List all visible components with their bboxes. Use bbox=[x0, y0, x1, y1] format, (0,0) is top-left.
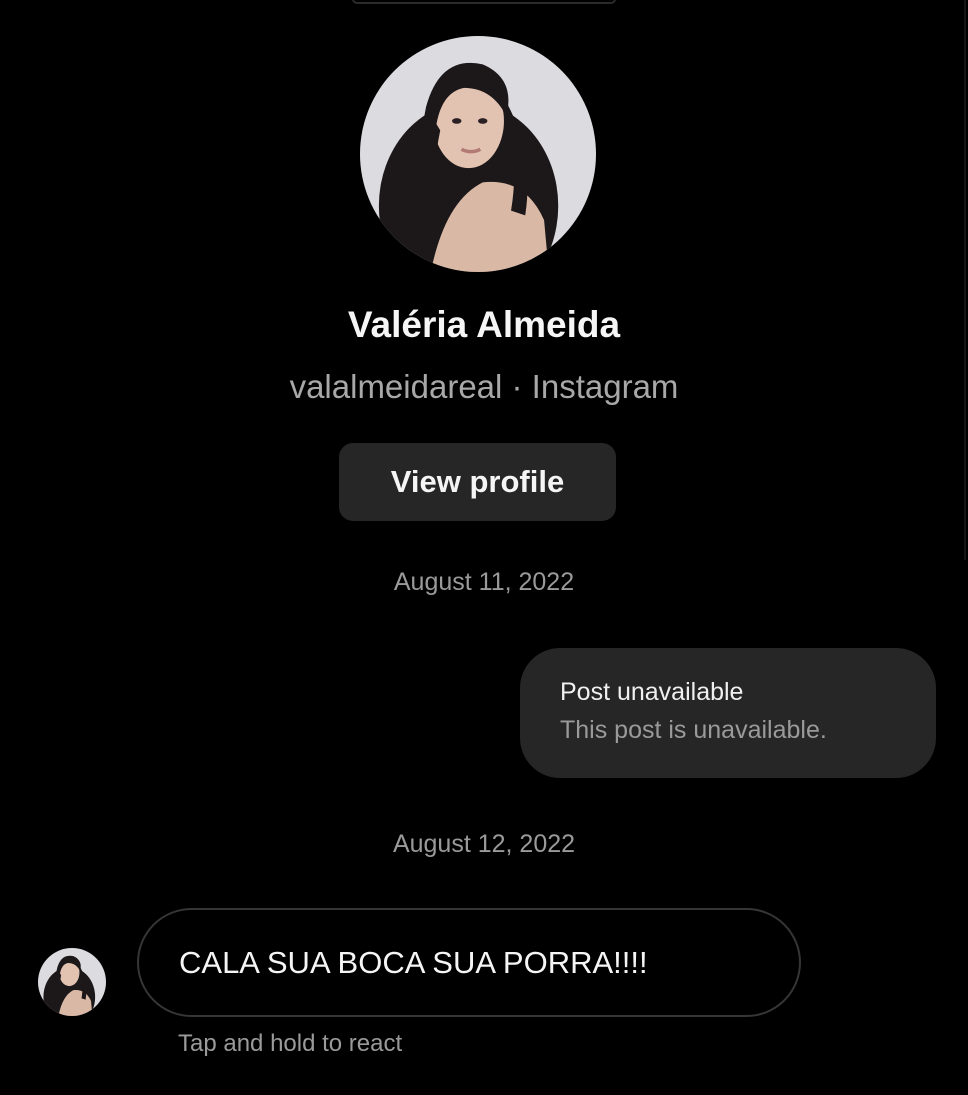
shared-post-message[interactable]: Post unavailable This post is unavailabl… bbox=[520, 648, 936, 778]
profile-username-platform: valalmeidareal · Instagram bbox=[289, 368, 679, 405]
react-hint: Tap and hold to react bbox=[178, 1030, 403, 1057]
sender-avatar[interactable] bbox=[38, 948, 106, 1016]
date-separator: August 11, 2022 bbox=[393, 568, 575, 596]
top-sheet-edge bbox=[352, 0, 616, 4]
date-separator: August 12, 2022 bbox=[392, 830, 576, 858]
profile-photo-icon bbox=[360, 36, 596, 272]
sender-avatar-icon bbox=[38, 948, 106, 1016]
view-profile-button[interactable]: View profile bbox=[339, 443, 616, 521]
shared-post-text: This post is unavailable. bbox=[560, 716, 827, 744]
profile-avatar[interactable] bbox=[360, 36, 596, 272]
scrollbar-track bbox=[964, 0, 966, 560]
shared-post-title: Post unavailable bbox=[560, 678, 744, 706]
profile-name: Valéria Almeida bbox=[347, 304, 621, 345]
incoming-message-text: CALA SUA BOCA SUA PORRA!!!! bbox=[179, 944, 648, 980]
incoming-message-bubble[interactable]: CALA SUA BOCA SUA PORRA!!!! bbox=[137, 908, 801, 1017]
